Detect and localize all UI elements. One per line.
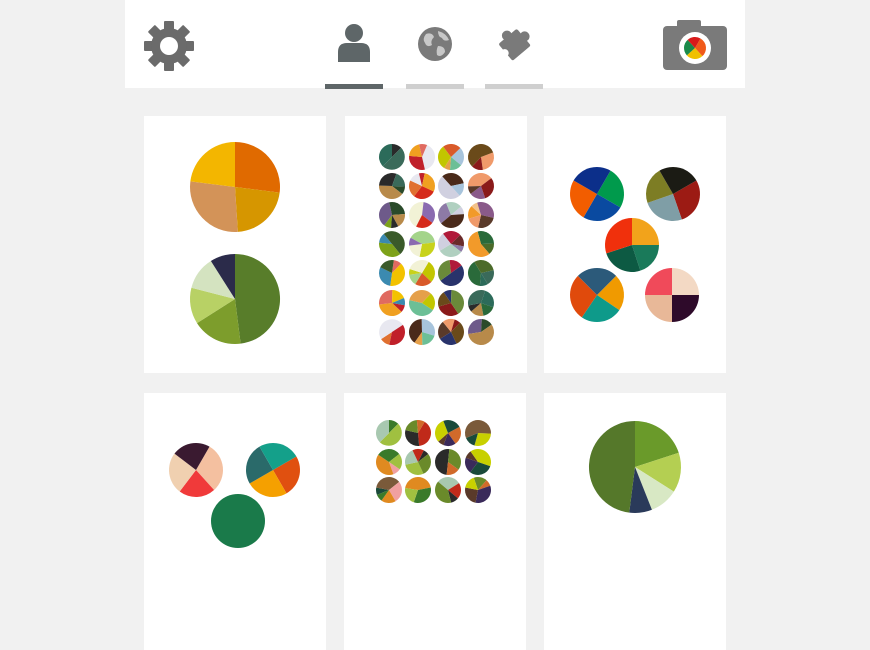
pie-slice: [405, 477, 431, 490]
pie-slice: [672, 268, 699, 295]
pie-slice: [379, 290, 393, 305]
mini-pie-17: [379, 260, 405, 286]
pie-slice: [235, 253, 281, 344]
mini-pie-7: [438, 172, 465, 199]
palette-card-5[interactable]: [344, 393, 526, 650]
pie-slice: [645, 295, 672, 322]
settings-button[interactable]: [143, 20, 195, 72]
gear-icon: [144, 21, 194, 71]
pie-2: [645, 167, 700, 222]
tab-plugins-indicator: [485, 84, 543, 89]
mini-pie-21: [379, 290, 405, 316]
mini-pie-18: [408, 260, 435, 286]
palette-card-1[interactable]: [144, 116, 326, 373]
pie-slice: [389, 201, 405, 215]
mini-pie-28: [468, 319, 495, 345]
mini-pie-4: [468, 143, 495, 170]
palette-card-3[interactable]: [544, 116, 726, 373]
palette-card-5-art: [375, 419, 491, 504]
mini-pie-9: [379, 201, 406, 229]
pie-slice: [235, 142, 281, 193]
pie-1: [588, 421, 682, 514]
globe-icon: [418, 27, 452, 61]
palette-card-4-art: [168, 443, 300, 548]
mini-pie-2: [404, 420, 431, 446]
pie-slice: [190, 142, 235, 187]
tab-profile[interactable]: [325, 22, 383, 90]
palette-card-3-art: [570, 167, 700, 323]
pie-4: [570, 268, 624, 323]
mini-pie-20: [468, 259, 495, 286]
pie-slice: [468, 319, 482, 335]
mini-pie-4: [464, 419, 491, 447]
palette-card-4[interactable]: [144, 393, 326, 650]
mini-pie-22: [408, 289, 436, 316]
pie-slice: [189, 181, 238, 232]
pie-2: [246, 443, 300, 497]
mini-pie-7: [435, 448, 462, 476]
camera-icon: [663, 20, 727, 70]
pie-slice: [672, 295, 699, 322]
tab-plugins[interactable]: [485, 22, 543, 90]
mini-pie-3: [437, 144, 464, 170]
pie-2: [189, 253, 281, 345]
mini-pie-26: [408, 318, 435, 346]
mini-pie-12: [465, 477, 491, 503]
pie-slice: [211, 494, 265, 548]
pie-3: [211, 494, 265, 548]
mini-pie-10: [409, 202, 435, 228]
pie-5: [645, 268, 699, 322]
palette-card-1-art: [189, 142, 281, 345]
pie-slice: [632, 218, 659, 245]
pie-3: [604, 218, 659, 273]
pie-slice: [588, 421, 635, 513]
pie-1: [168, 443, 223, 497]
palette-card-2-art: [378, 143, 495, 346]
tab-world-indicator: [406, 84, 464, 89]
app-header: [125, 0, 745, 90]
mini-pie-19: [437, 259, 465, 287]
puzzle-icon: [499, 29, 531, 61]
mini-pie-2: [409, 143, 436, 171]
tab-profile-indicator: [325, 84, 383, 89]
person-icon: [338, 24, 370, 62]
pie-1: [570, 167, 624, 221]
pie-1: [189, 142, 281, 232]
mini-pie-12: [468, 202, 495, 229]
pie-slice: [235, 187, 280, 232]
mini-pie-9: [376, 477, 403, 504]
mini-pie-6: [405, 449, 431, 475]
mini-pie-8: [465, 448, 491, 475]
mini-pie-5: [375, 449, 402, 476]
mini-pie-27: [438, 318, 465, 345]
tab-world[interactable]: [406, 22, 464, 90]
camera-lens-slices: [684, 36, 706, 59]
palette-card-2[interactable]: [345, 116, 527, 373]
pie-slice: [645, 268, 672, 295]
camera-lens-pie: [684, 36, 706, 59]
mini-pie-1: [376, 420, 402, 446]
mini-pie-8: [467, 173, 494, 199]
mini-pie-23: [437, 290, 465, 317]
mini-pie-16: [467, 230, 494, 257]
mini-pie-11: [434, 476, 461, 503]
mini-pie-1: [379, 144, 405, 170]
palette-card-6[interactable]: [544, 393, 726, 650]
mini-pie-3: [435, 419, 461, 446]
mini-pie-10: [405, 477, 431, 503]
mini-pie-13: [378, 231, 405, 257]
mini-pie-25: [379, 319, 405, 346]
mini-pie-11: [437, 202, 465, 229]
mini-pie-14: [409, 231, 435, 257]
palette-card-6-art: [588, 421, 682, 514]
mini-pie-15: [438, 231, 464, 257]
mini-pie-24: [468, 290, 494, 316]
mini-pie-5: [379, 172, 405, 199]
camera-button[interactable]: [663, 20, 727, 72]
mini-pie-6: [409, 172, 435, 199]
